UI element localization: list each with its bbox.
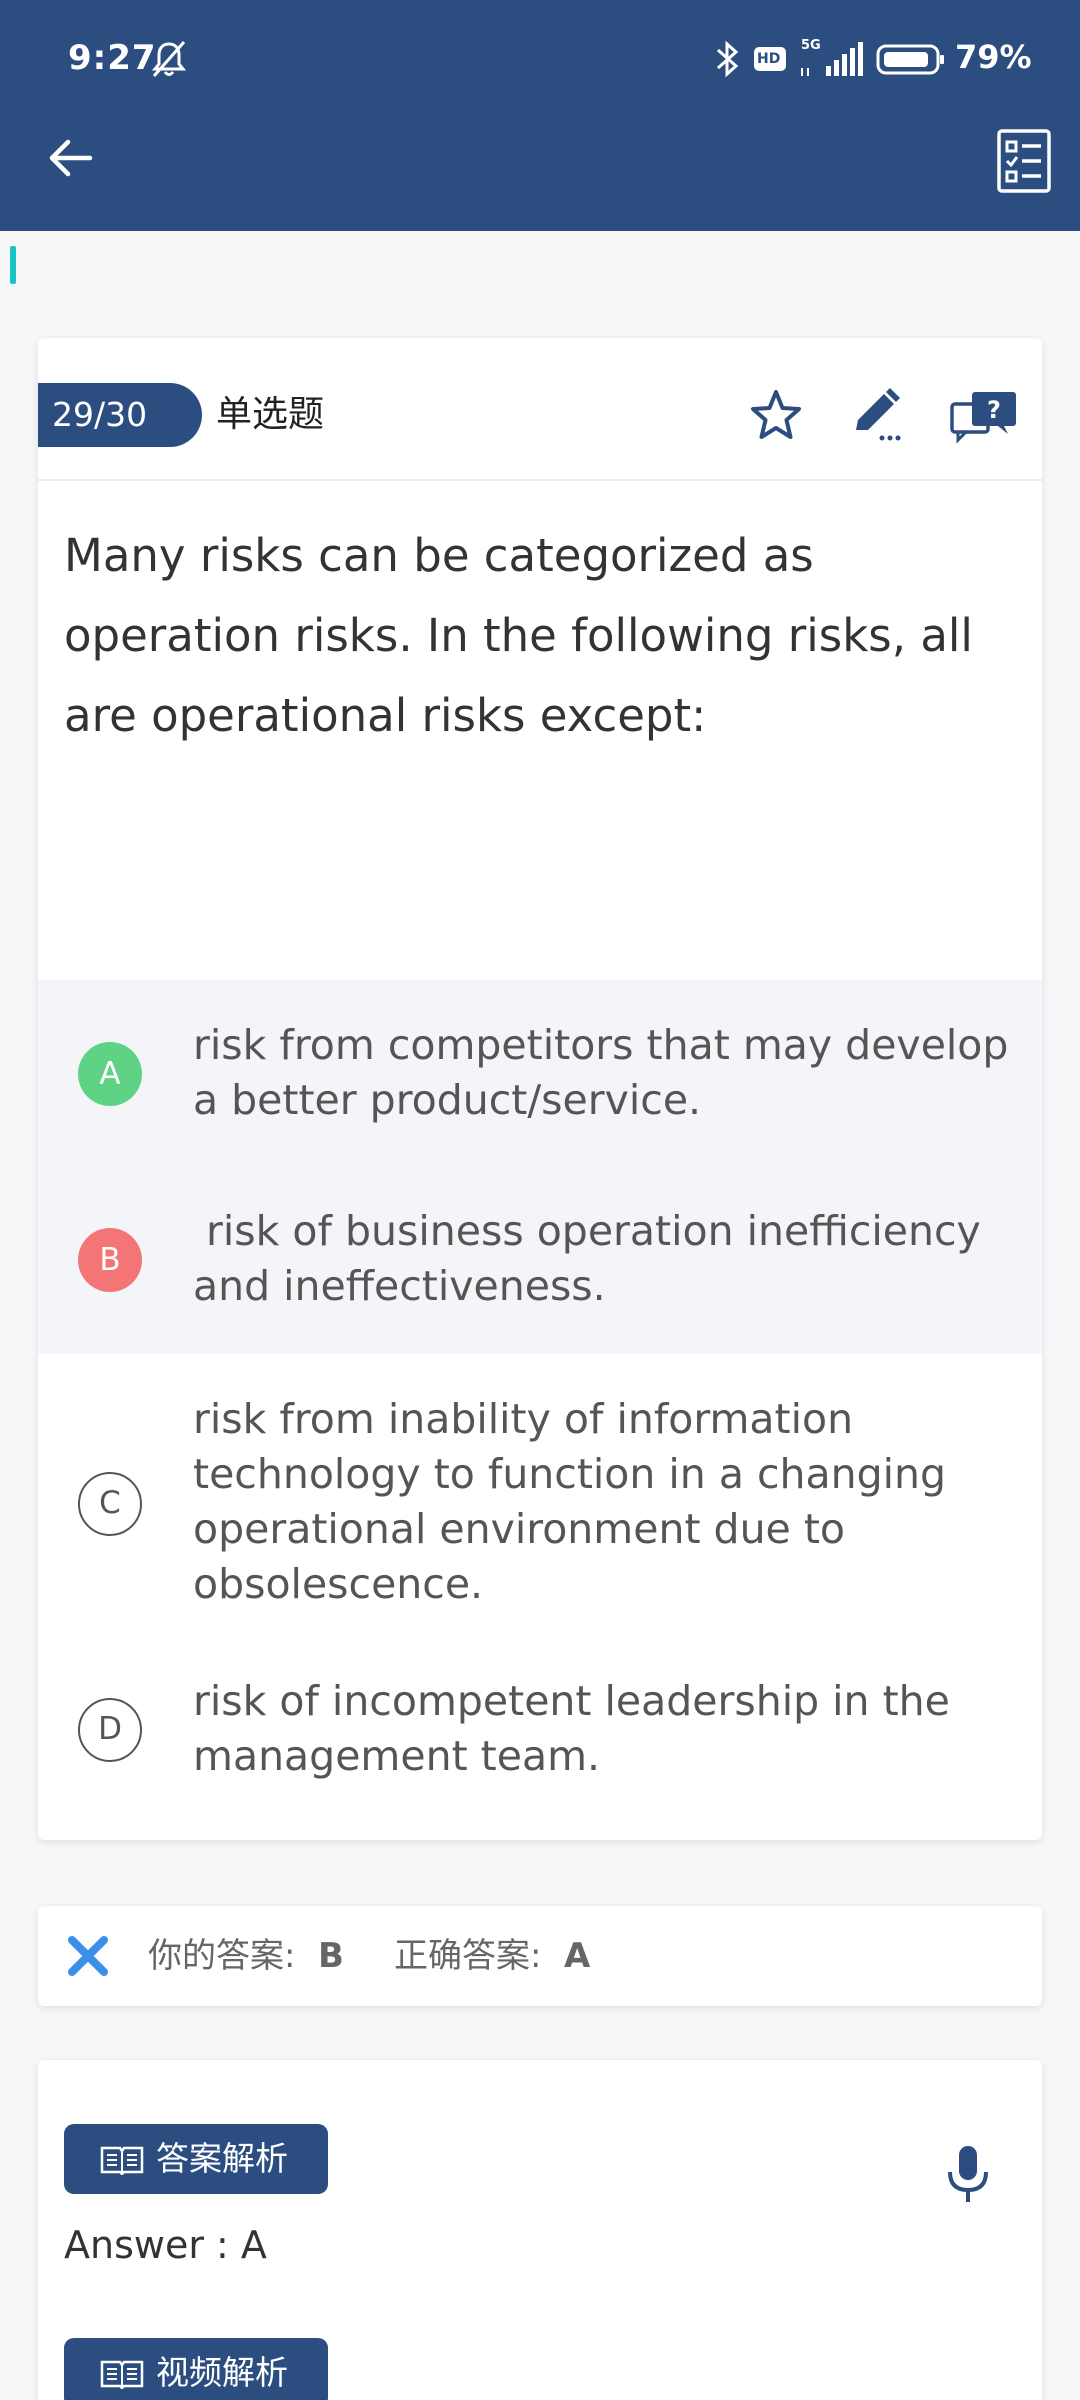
battery-percent: 79% <box>955 38 1032 76</box>
question-header: 29/30 单选题 ? <box>38 338 1042 481</box>
app-header: 9:27 HD 5G 79% <box>0 0 1080 231</box>
signal-icon <box>801 42 863 76</box>
answer-analysis-tag: 答案解析 <box>64 2124 328 2194</box>
option-c-letter: C <box>78 1472 142 1536</box>
option-c-text: risk from inability of information techn… <box>193 1395 947 1608</box>
bluetooth-icon <box>717 40 739 78</box>
answer-text: Answer : A <box>64 2223 267 2267</box>
hd-label: HD <box>757 51 781 67</box>
answer-result-bar: 你的答案: B 正确答案: A <box>38 1906 1042 2006</box>
question-list-icon[interactable] <box>996 128 1052 194</box>
mute-bell-icon <box>151 41 187 77</box>
question-type: 单选题 <box>216 394 325 435</box>
option-a-letter: A <box>78 1042 142 1106</box>
option-d-letter: D <box>78 1698 142 1762</box>
analysis-card: 答案解析 Answer : A 视频解析 <box>38 2060 1042 2400</box>
question-text: Many risks can be categorized as operati… <box>64 529 973 742</box>
star-icon[interactable] <box>746 386 806 446</box>
question-feedback-icon[interactable]: ? <box>950 386 1018 446</box>
option-a[interactable]: A risk from competitors that may develop… <box>38 980 1042 1168</box>
microphone-icon[interactable] <box>938 2140 998 2210</box>
option-b-letter: B <box>78 1228 142 1292</box>
progress-indicator <box>10 246 16 284</box>
status-time: 9:27 <box>68 38 157 78</box>
book-icon <box>100 2360 144 2389</box>
option-b[interactable]: B risk of business operation inefficienc… <box>38 1168 1042 1354</box>
svg-text:?: ? <box>987 396 1001 424</box>
correct-answer-value: A <box>564 1936 591 1976</box>
option-c[interactable]: C risk from inability of information tec… <box>38 1354 1042 1650</box>
question-number-badge: 29/30 <box>38 383 202 447</box>
answer-analysis-label: 答案解析 <box>156 2139 288 2178</box>
video-analysis-label: 视频解析 <box>156 2353 288 2392</box>
wrong-x-icon <box>68 1936 108 1976</box>
question-card: 29/30 单选题 ? Many risks can be categorize… <box>38 338 1042 1840</box>
battery-icon <box>876 44 944 75</box>
book-icon <box>100 2146 144 2175</box>
option-d-text: risk of incompetent leadership in the ma… <box>193 1677 950 1780</box>
correct-answer-label: 正确答案: <box>394 1936 542 1976</box>
your-answer-value: B <box>318 1936 344 1976</box>
your-answer-label: 你的答案: <box>148 1936 296 1976</box>
edit-note-icon[interactable] <box>848 386 908 446</box>
option-b-text: risk of business operation inefficiency … <box>193 1207 994 1310</box>
status-bar: 9:27 HD 5G 79% <box>0 0 1080 120</box>
video-analysis-tag[interactable]: 视频解析 <box>64 2338 328 2400</box>
back-arrow-icon[interactable] <box>44 132 96 184</box>
option-d[interactable]: D risk of incompetent leadership in the … <box>38 1650 1042 1840</box>
option-a-text: risk from competitors that may develop a… <box>193 1021 1009 1124</box>
